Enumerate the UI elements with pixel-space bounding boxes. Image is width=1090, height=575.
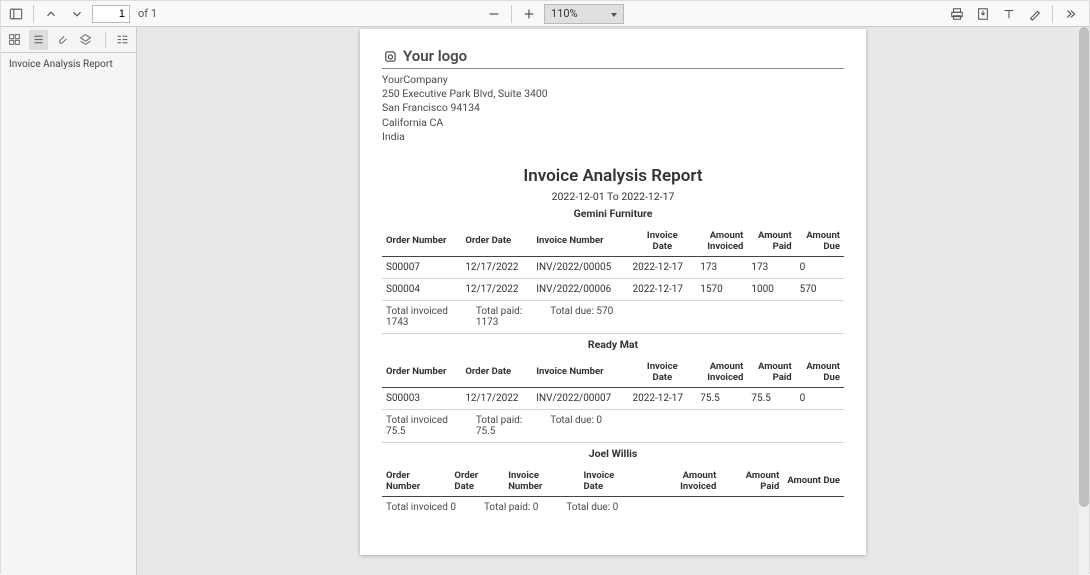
page-number-input[interactable] (92, 5, 130, 23)
partner-section: Ready Mat Order Number Order Date Invoic… (382, 338, 844, 443)
zoom-value: 110% (551, 7, 578, 20)
separator (33, 5, 34, 23)
print-button[interactable] (946, 4, 968, 24)
pdf-sidebar: Invoice Analysis Report (1, 27, 137, 575)
totals-row: Total invoiced75.5 Total paid:75.5 Total… (382, 410, 844, 443)
col-amount-paid: AmountPaid (747, 226, 795, 257)
cell-invoice-number: INV/2022/00006 (532, 278, 628, 300)
download-button[interactable] (972, 4, 994, 24)
cell-amount-invoiced: 1570 (696, 278, 747, 300)
col-order-number: Order Number (382, 226, 461, 257)
cell-amount-due: 0 (796, 387, 844, 409)
col-order-date: Order Date (450, 466, 504, 497)
cell-order-number: S00003 (382, 387, 461, 409)
company-state: California CA (382, 116, 844, 130)
outline-view-button[interactable] (29, 30, 49, 50)
zoom-in-button[interactable] (518, 4, 540, 24)
cell-invoice-number: INV/2022/00005 (532, 256, 628, 278)
partner-section: Joel Willis Order Number Order Date Invo… (382, 447, 844, 518)
thumbnails-view-button[interactable] (5, 30, 25, 50)
invoice-table: Order Number Order Date Invoice Number I… (382, 466, 844, 497)
col-amount-invoiced: AmountInvoiced (696, 357, 747, 388)
cell-amount-invoiced: 75.5 (696, 387, 747, 409)
col-amount-paid: AmountPaid (747, 357, 795, 388)
zoom-out-button[interactable] (483, 4, 505, 24)
col-order-date: Order Date (461, 357, 532, 388)
page-down-button[interactable] (66, 4, 88, 24)
pdf-toolbar: of 1 110% (1, 1, 1089, 27)
col-invoice-number: Invoice Number (504, 466, 579, 497)
draw-button[interactable] (1024, 4, 1046, 24)
col-invoice-number: Invoice Number (532, 226, 628, 257)
separator (1052, 5, 1053, 23)
cell-amount-paid: 173 (747, 256, 795, 278)
totals-row: Total invoiced 0 Total paid: 0 Total due… (382, 497, 844, 518)
col-amount-due: AmountDue (796, 226, 844, 257)
cell-amount-paid: 1000 (747, 278, 795, 300)
cell-amount-paid: 75.5 (747, 387, 795, 409)
report-title: Invoice Analysis Report (382, 166, 844, 186)
pdf-page: Your logo YourCompany 250 Executive Park… (360, 29, 866, 555)
col-invoice-number: Invoice Number (532, 357, 628, 388)
logo-text: Your logo (403, 47, 467, 65)
cell-order-date: 12/17/2022 (461, 387, 532, 409)
company-city: San Francisco 94134 (382, 101, 844, 115)
sidebar-toggle-button[interactable] (5, 4, 27, 24)
cell-order-date: 12/17/2022 (461, 256, 532, 278)
col-invoice-date: InvoiceDate (628, 226, 696, 257)
table-row: S00007 12/17/2022 INV/2022/00005 2022-12… (382, 256, 844, 278)
cell-invoice-number: INV/2022/00007 (532, 387, 628, 409)
table-row: S00004 12/17/2022 INV/2022/00006 2022-12… (382, 278, 844, 300)
layers-view-button[interactable] (76, 30, 96, 50)
partner-name: Joel Willis (382, 447, 844, 460)
separator (511, 5, 512, 23)
col-order-number: Order Number (382, 357, 461, 388)
company-name: YourCompany (382, 73, 844, 87)
scrollbar-track[interactable] (1079, 27, 1089, 575)
partner-section: Gemini Furniture Order Number Order Date… (382, 207, 844, 334)
page-up-button[interactable] (40, 4, 62, 24)
page-total-label: of 1 (134, 7, 161, 20)
cell-amount-due: 570 (796, 278, 844, 300)
col-amount-due: Amount Due (783, 466, 844, 497)
col-invoice-date: InvoiceDate (628, 357, 696, 388)
col-amount-paid: Amount Paid (720, 466, 783, 497)
cell-order-date: 12/17/2022 (461, 278, 532, 300)
invoice-table: Order Number Order Date Invoice Number I… (382, 357, 844, 410)
col-amount-due: AmountDue (796, 357, 844, 388)
invoice-table: Order Number Order Date Invoice Number I… (382, 226, 844, 301)
outline-toggle-button[interactable] (112, 30, 132, 50)
logo-area: Your logo (382, 47, 844, 69)
cell-order-number: S00004 (382, 278, 461, 300)
tools-menu-button[interactable] (1059, 4, 1081, 24)
company-country: India (382, 130, 844, 144)
pdf-viewer[interactable]: Your logo YourCompany 250 Executive Park… (137, 27, 1089, 575)
col-amount-invoiced: Amount Invoiced (640, 466, 720, 497)
cell-invoice-date: 2022-12-17 (628, 256, 696, 278)
cell-amount-invoiced: 173 (696, 256, 747, 278)
cell-amount-due: 0 (796, 256, 844, 278)
zoom-select[interactable]: 110% (544, 4, 624, 24)
date-range: 2022-12-01 To 2022-12-17 (382, 190, 844, 203)
sidebar-toolbar (1, 27, 136, 53)
scrollbar-thumb[interactable] (1079, 27, 1089, 507)
separator (105, 32, 106, 48)
col-invoice-date: Invoice Date (579, 466, 640, 497)
company-street: 250 Executive Park Blvd, Suite 3400 (382, 87, 844, 101)
cell-invoice-date: 2022-12-17 (628, 387, 696, 409)
partner-name: Ready Mat (382, 338, 844, 351)
col-order-date: Order Date (461, 226, 532, 257)
col-amount-invoiced: AmountInvoiced (696, 226, 747, 257)
attachments-view-button[interactable] (52, 30, 72, 50)
text-select-button[interactable] (998, 4, 1020, 24)
cell-order-number: S00007 (382, 256, 461, 278)
table-row: S00003 12/17/2022 INV/2022/00007 2022-12… (382, 387, 844, 409)
col-order-number: Order Number (382, 466, 450, 497)
totals-row: Total invoiced1743 Total paid:1173 Total… (382, 301, 844, 334)
outline-item[interactable]: Invoice Analysis Report (1, 53, 136, 76)
partner-name: Gemini Furniture (382, 207, 844, 220)
cell-invoice-date: 2022-12-17 (628, 278, 696, 300)
company-info: YourCompany 250 Executive Park Blvd, Sui… (382, 73, 844, 144)
